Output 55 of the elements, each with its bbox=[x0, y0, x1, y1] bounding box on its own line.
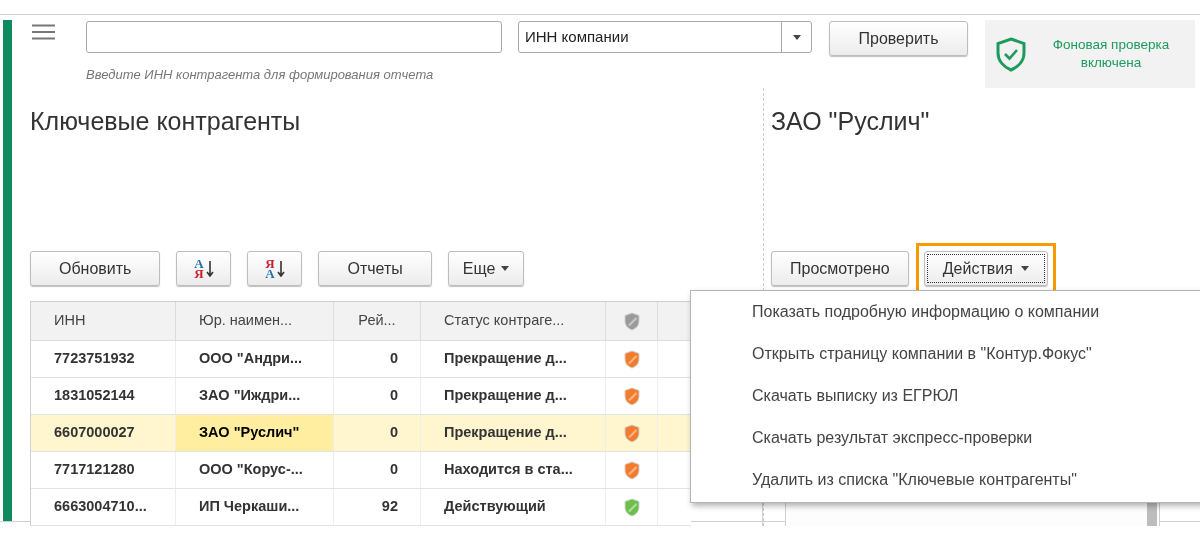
down-arrow-icon bbox=[276, 260, 285, 277]
caret-icon bbox=[1020, 266, 1029, 271]
menu-item[interactable]: Показать подробную информацию о компании bbox=[691, 291, 1200, 333]
column-header[interactable]: Статус контраге... bbox=[421, 302, 606, 340]
table-row[interactable]: 6607000027 ЗАО "Руслич" 0 Прекращение д... bbox=[31, 415, 691, 452]
table-row[interactable]: 6663004710... ИП Черкаши... 92 Действующий bbox=[31, 489, 691, 526]
table-cell: Прекращение д... bbox=[421, 415, 606, 451]
action-button[interactable]: Действия bbox=[923, 251, 1048, 286]
toolbar-button[interactable]: Обновить bbox=[30, 251, 161, 286]
table-cell: Действующий bbox=[421, 489, 606, 525]
search-hint: Введите ИНН контрагента для формирования отчета bbox=[86, 66, 435, 84]
table-cell: 0 bbox=[334, 415, 421, 451]
table-cell: 7723751932 bbox=[31, 341, 176, 377]
column-header[interactable]: Юр. наимен... bbox=[176, 302, 334, 340]
search-type-dropdown[interactable]: ИНН компании bbox=[518, 21, 812, 53]
table-cell: 0 bbox=[334, 341, 421, 377]
menu-item[interactable]: Удалить из списка "Ключевые контрагенты" bbox=[691, 459, 1200, 501]
table-cell: 0 bbox=[334, 378, 421, 414]
table-row[interactable]: 7717121280 ООО "Корус-... 0 Находится в ста... bbox=[31, 452, 691, 489]
table-cell: 6663004710... bbox=[31, 489, 176, 525]
background-check-status: Фоновая проверка включена bbox=[1051, 36, 1171, 72]
table-cell: ООО "Андри... bbox=[176, 341, 334, 377]
down-arrow-icon bbox=[205, 260, 214, 277]
caret-icon bbox=[792, 34, 801, 40]
sort-button[interactable]: Я А bbox=[247, 251, 303, 286]
more-button[interactable]: Еще bbox=[447, 251, 525, 286]
toolbar-button[interactable]: Отчеты bbox=[318, 251, 432, 286]
sort-button[interactable]: А Я bbox=[176, 251, 232, 286]
shield-check-icon bbox=[995, 36, 1027, 72]
action-button[interactable]: Просмотрено bbox=[771, 251, 909, 286]
table-cell: ЗАО "Руслич" bbox=[176, 415, 334, 451]
menu-item[interactable]: Скачать результат экспресс-проверки bbox=[691, 417, 1200, 459]
company-title: ЗАО "Руслич" bbox=[771, 106, 931, 137]
menu-item[interactable]: Открыть страницу компании в "Контур.Фокус" bbox=[691, 333, 1200, 375]
table-cell: ООО "Корус-... bbox=[176, 452, 334, 488]
table-cell: ЗАО "Иждри... bbox=[176, 378, 334, 414]
table-cell: 92 bbox=[334, 489, 421, 525]
menu-icon[interactable] bbox=[32, 24, 55, 40]
table-cell: Прекращение д... bbox=[421, 378, 606, 414]
column-header[interactable]: ИНН bbox=[31, 302, 176, 340]
column-header[interactable]: Рей... bbox=[334, 302, 421, 340]
check-button[interactable]: Проверить bbox=[829, 21, 968, 56]
table-cell: 0 bbox=[334, 452, 421, 488]
search-field[interactable] bbox=[86, 21, 502, 53]
section-title: Ключевые контрагенты bbox=[30, 106, 302, 137]
table-cell: 7717121280 bbox=[31, 452, 176, 488]
menu-item[interactable]: Скачать выписку из ЕГРЮЛ bbox=[691, 375, 1200, 417]
table-cell: ИП Черкаши... bbox=[176, 489, 334, 525]
caret-icon bbox=[501, 266, 510, 271]
table-row[interactable]: 1831052144 ЗАО "Иждри... 0 Прекращение д... bbox=[31, 378, 691, 415]
table-cell: Находится в ста... bbox=[421, 452, 606, 488]
table-cell: 1831052144 bbox=[31, 378, 176, 414]
shield-icon bbox=[623, 311, 640, 331]
table-row[interactable]: 7723751932 ООО "Андри... 0 Прекращение д... bbox=[31, 341, 691, 378]
table-cell: Прекращение д... bbox=[421, 341, 606, 377]
